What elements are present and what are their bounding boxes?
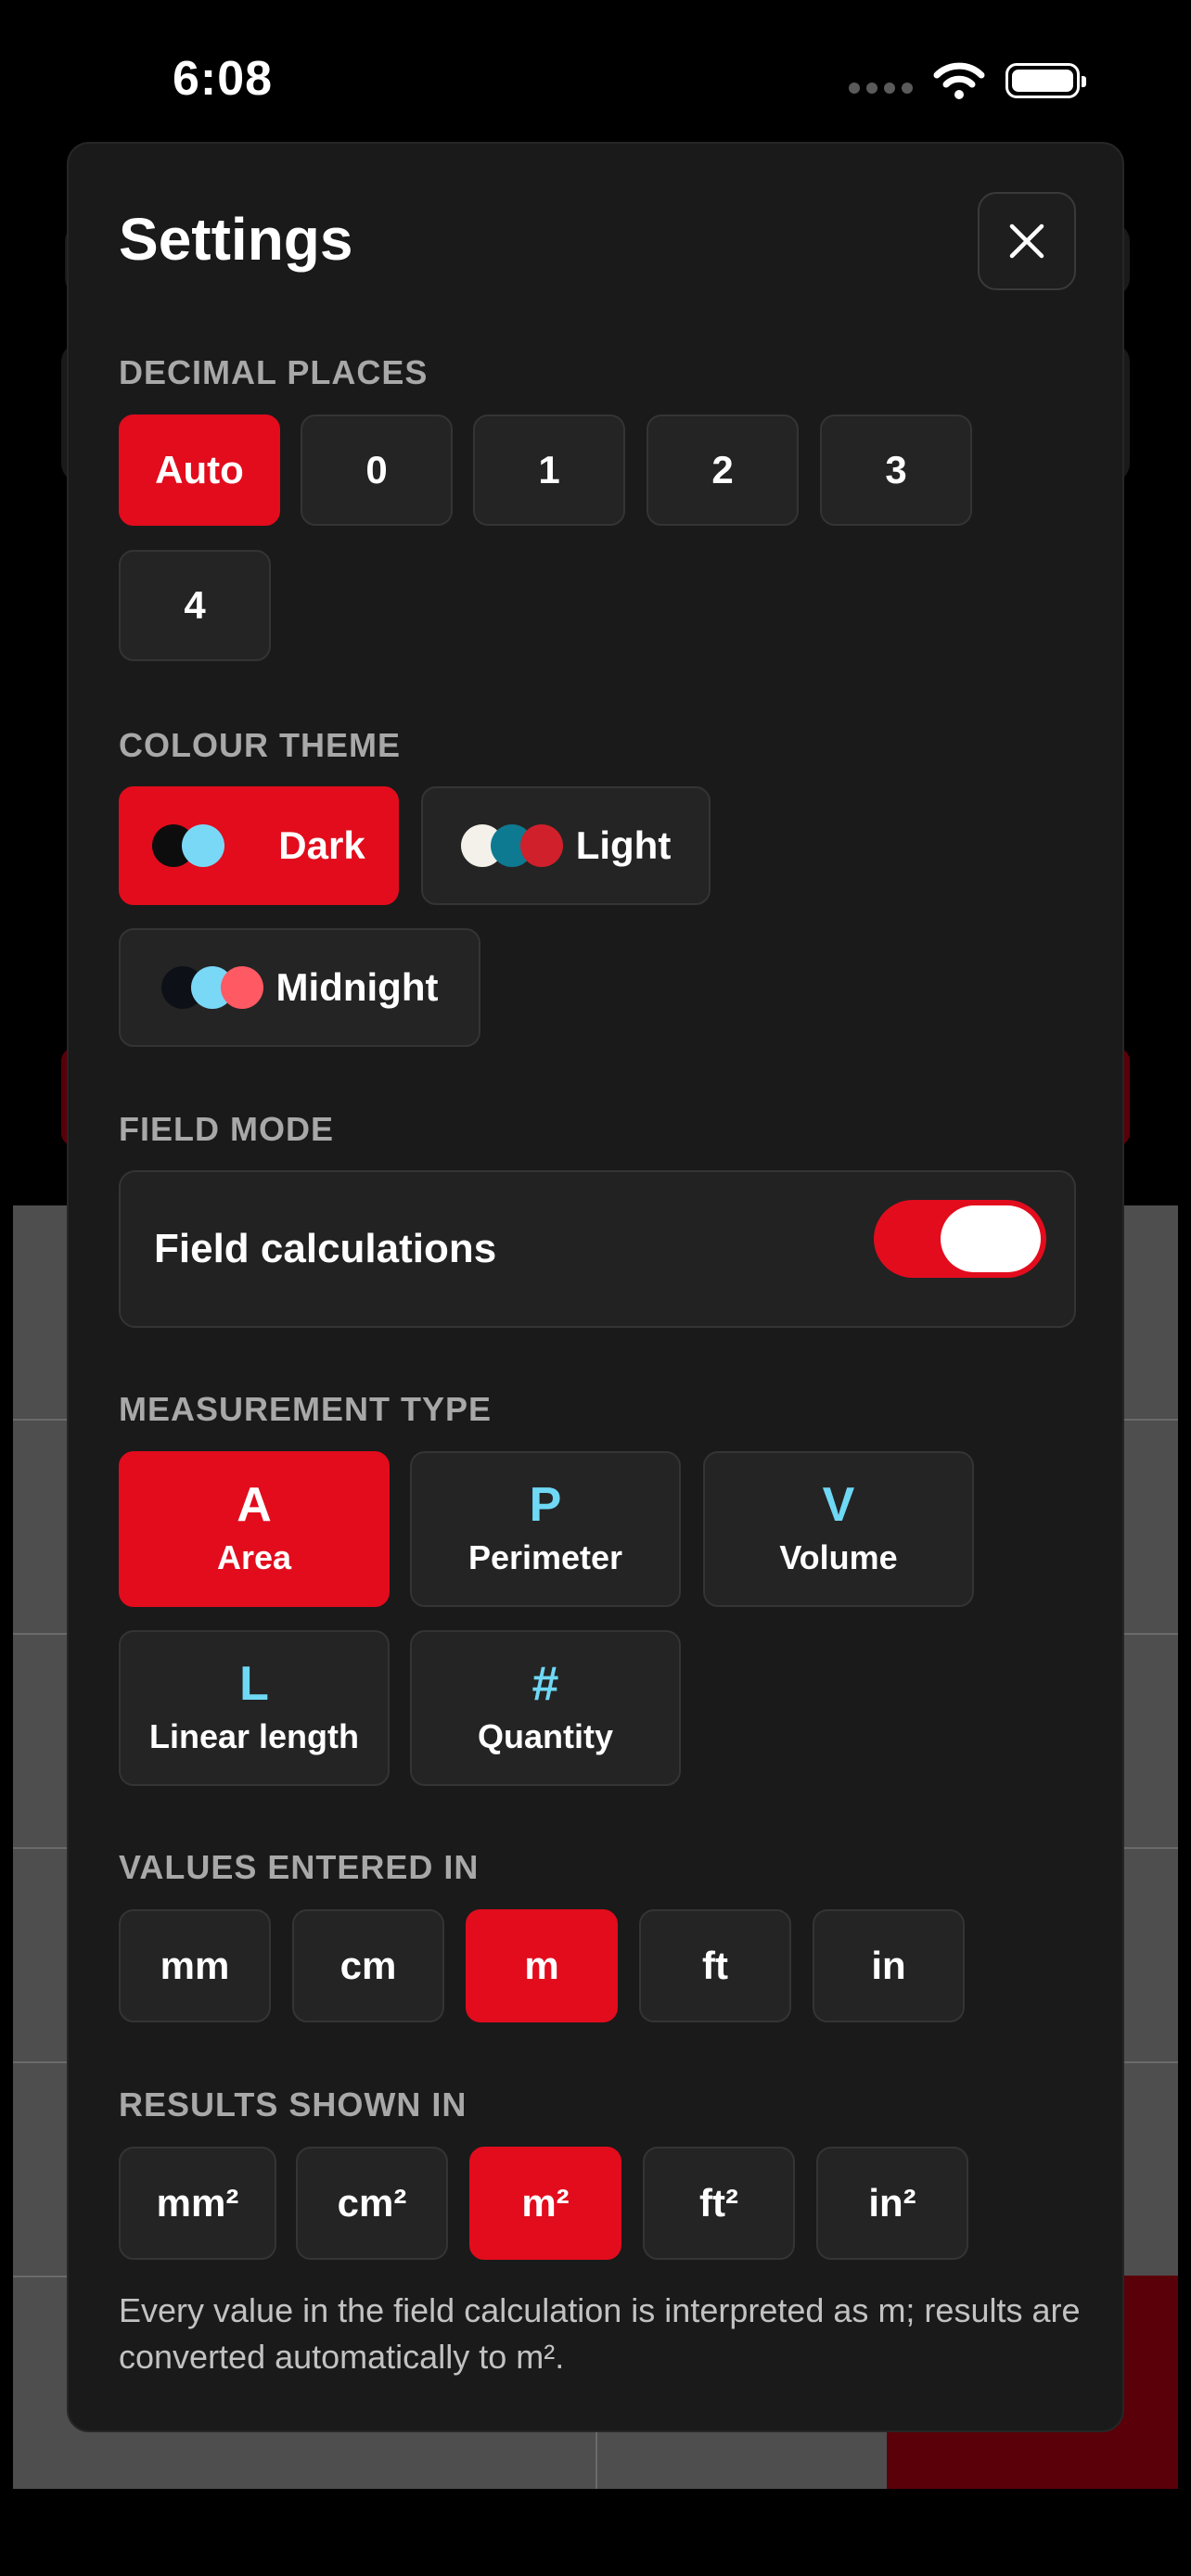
settings-sheet: Settings DECIMAL PLACES Auto 0 1 2 3 4 C… [67,142,1124,2432]
measurement-letter: A [237,1478,272,1532]
swatch-icon [519,824,563,867]
result-unit-m2[interactable]: m² [469,2147,621,2260]
field-mode-label: FIELD MODE [119,1110,334,1148]
swatch-icon [182,824,225,867]
decimal-option-0[interactable]: 0 [301,414,453,526]
measurement-option-linear-length[interactable]: L Linear length [119,1630,390,1786]
theme-swatches-icon [152,824,225,867]
measurement-label: Perimeter [467,1538,623,1576]
battery-icon [1005,63,1086,98]
status-icons [849,61,1086,100]
settings-title: Settings [119,206,353,273]
cellular-dots-icon [849,83,913,94]
theme-swatches-icon [160,966,263,1009]
measurement-letter: # [531,1657,559,1711]
field-calculations-label: Field calculations [154,1226,497,1271]
measurement-type-label: MEASUREMENT TYPE [119,1390,493,1428]
toggle-knob [941,1205,1041,1272]
measurement-letter: V [822,1478,855,1532]
input-unit-mm[interactable]: mm [119,1909,271,2022]
close-icon [1009,223,1044,259]
input-unit-m[interactable]: m [466,1909,618,2022]
theme-label: Light [575,823,672,867]
decimal-option-auto[interactable]: Auto [119,414,280,526]
input-unit-ft[interactable]: ft [639,1909,791,2022]
decimal-places-label: DECIMAL PLACES [119,353,429,391]
decimal-option-3[interactable]: 3 [820,414,972,526]
field-calculations-toggle[interactable] [874,1200,1046,1278]
measurement-label: Volume [779,1538,898,1576]
measurement-option-quantity[interactable]: # Quantity [410,1630,681,1786]
decimal-option-1[interactable]: 1 [473,414,625,526]
status-time: 6:08 [173,52,274,106]
swatch-icon [220,966,263,1009]
theme-option-light[interactable]: Light [421,786,711,905]
unit-footnote: Every value in the field calculation is … [119,2291,1081,2376]
result-unit-mm2[interactable]: mm² [119,2147,276,2260]
measurement-letter: L [239,1657,269,1711]
measurement-label: Quantity [477,1717,613,1755]
result-unit-in2[interactable]: in² [816,2147,968,2260]
theme-label: Midnight [275,965,439,1009]
measurement-label: Area [216,1538,292,1576]
theme-label: Dark [278,823,365,867]
theme-option-midnight[interactable]: Midnight [119,928,480,1047]
theme-swatches-icon [460,824,563,867]
wifi-icon [933,62,985,99]
field-mode-row: Field calculations [119,1170,1076,1328]
input-unit-in[interactable]: in [813,1909,965,2022]
measurement-option-perimeter[interactable]: P Perimeter [410,1451,681,1607]
theme-option-dark[interactable]: Dark [119,786,399,905]
values-entered-in-label: VALUES ENTERED IN [119,1848,480,1886]
decimal-option-2[interactable]: 2 [647,414,799,526]
input-unit-cm[interactable]: cm [292,1909,444,2022]
decimal-option-4[interactable]: 4 [119,550,271,661]
result-unit-cm2[interactable]: cm² [296,2147,448,2260]
results-shown-in-label: RESULTS SHOWN IN [119,2085,467,2123]
measurement-option-area[interactable]: A Area [119,1451,390,1607]
result-unit-ft2[interactable]: ft² [643,2147,795,2260]
colour-theme-label: COLOUR THEME [119,726,401,764]
measurement-letter: P [529,1478,562,1532]
close-button[interactable] [978,192,1076,290]
measurement-label: Linear length [148,1717,360,1755]
measurement-option-volume[interactable]: V Volume [703,1451,974,1607]
